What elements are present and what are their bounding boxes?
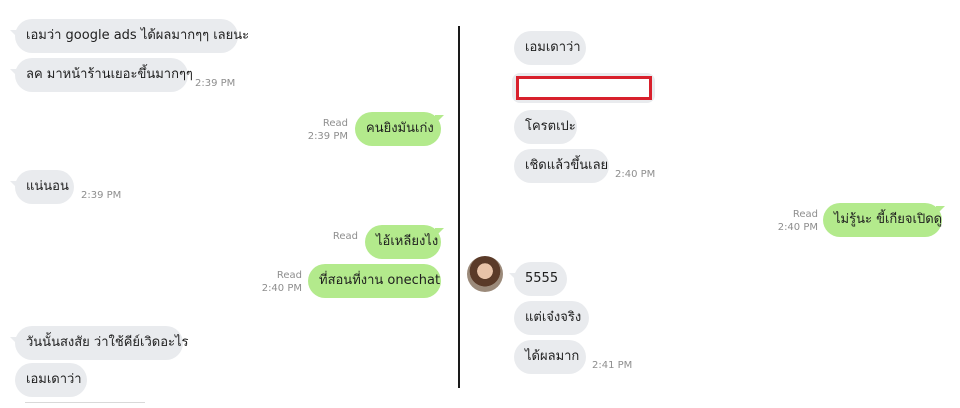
- incoming-message[interactable]: โครตเปะ: [514, 110, 577, 144]
- incoming-message[interactable]: เอมว่า google ads ได้ผลมากๆๆ เลยนะ: [15, 19, 249, 53]
- read-status: Read: [322, 118, 348, 129]
- incoming-message[interactable]: ลค มาหน้าร้านเยอะขึ้นมากๆๆ: [15, 58, 193, 92]
- outgoing-message[interactable]: ไม่รู้นะ ขี้เกียจเปิดดู: [823, 203, 942, 237]
- outgoing-message[interactable]: ไอ้เหลียงไง: [365, 225, 441, 259]
- redacted-message[interactable]: [512, 73, 655, 103]
- read-status: Read: [276, 270, 302, 281]
- timestamp: 2:41 PM: [592, 360, 633, 371]
- incoming-message[interactable]: เชิดแล้วขึ้นเลย: [514, 149, 609, 183]
- incoming-message[interactable]: 5555: [514, 262, 567, 296]
- screenshot-divider: [458, 26, 460, 388]
- right-chat-pane: เอมเดาว่า โครตเปะ เชิดแล้วขึ้นเลย 2:40 P…: [461, 0, 960, 408]
- cropped-next-message: [25, 402, 145, 403]
- incoming-message[interactable]: เอมเดาว่า: [514, 31, 586, 65]
- incoming-message[interactable]: ได้ผลมาก: [514, 340, 586, 374]
- timestamp: 2:40 PM: [615, 169, 656, 180]
- timestamp: 2:40 PM: [261, 283, 302, 294]
- left-chat-pane: เอมว่า google ads ได้ผลมากๆๆ เลยนะ ลค มา…: [0, 0, 458, 408]
- timestamp: 2:39 PM: [307, 131, 348, 142]
- redaction-box: [516, 76, 652, 100]
- read-status: Read: [332, 231, 358, 242]
- incoming-message[interactable]: วันนั้นสงสัย ว่าใช้คีย์เวิดอะไร: [15, 326, 189, 360]
- avatar[interactable]: [467, 256, 503, 292]
- bubble-tail: [435, 228, 444, 237]
- bubble-tail: [936, 206, 945, 215]
- read-status: Read: [792, 209, 818, 220]
- incoming-message[interactable]: แต่เจ๋งจริง: [514, 301, 589, 335]
- outgoing-message[interactable]: คนยิงมันเก่ง: [355, 112, 441, 146]
- outgoing-message[interactable]: ที่สอนที่งาน onechat: [308, 264, 441, 298]
- timestamp: 2:40 PM: [777, 222, 818, 233]
- bubble-tail: [435, 115, 444, 124]
- incoming-message[interactable]: แน่นอน: [15, 170, 74, 204]
- timestamp: 2:39 PM: [195, 78, 236, 89]
- timestamp: 2:39 PM: [81, 190, 122, 201]
- incoming-message[interactable]: เอมเดาว่า: [15, 363, 87, 397]
